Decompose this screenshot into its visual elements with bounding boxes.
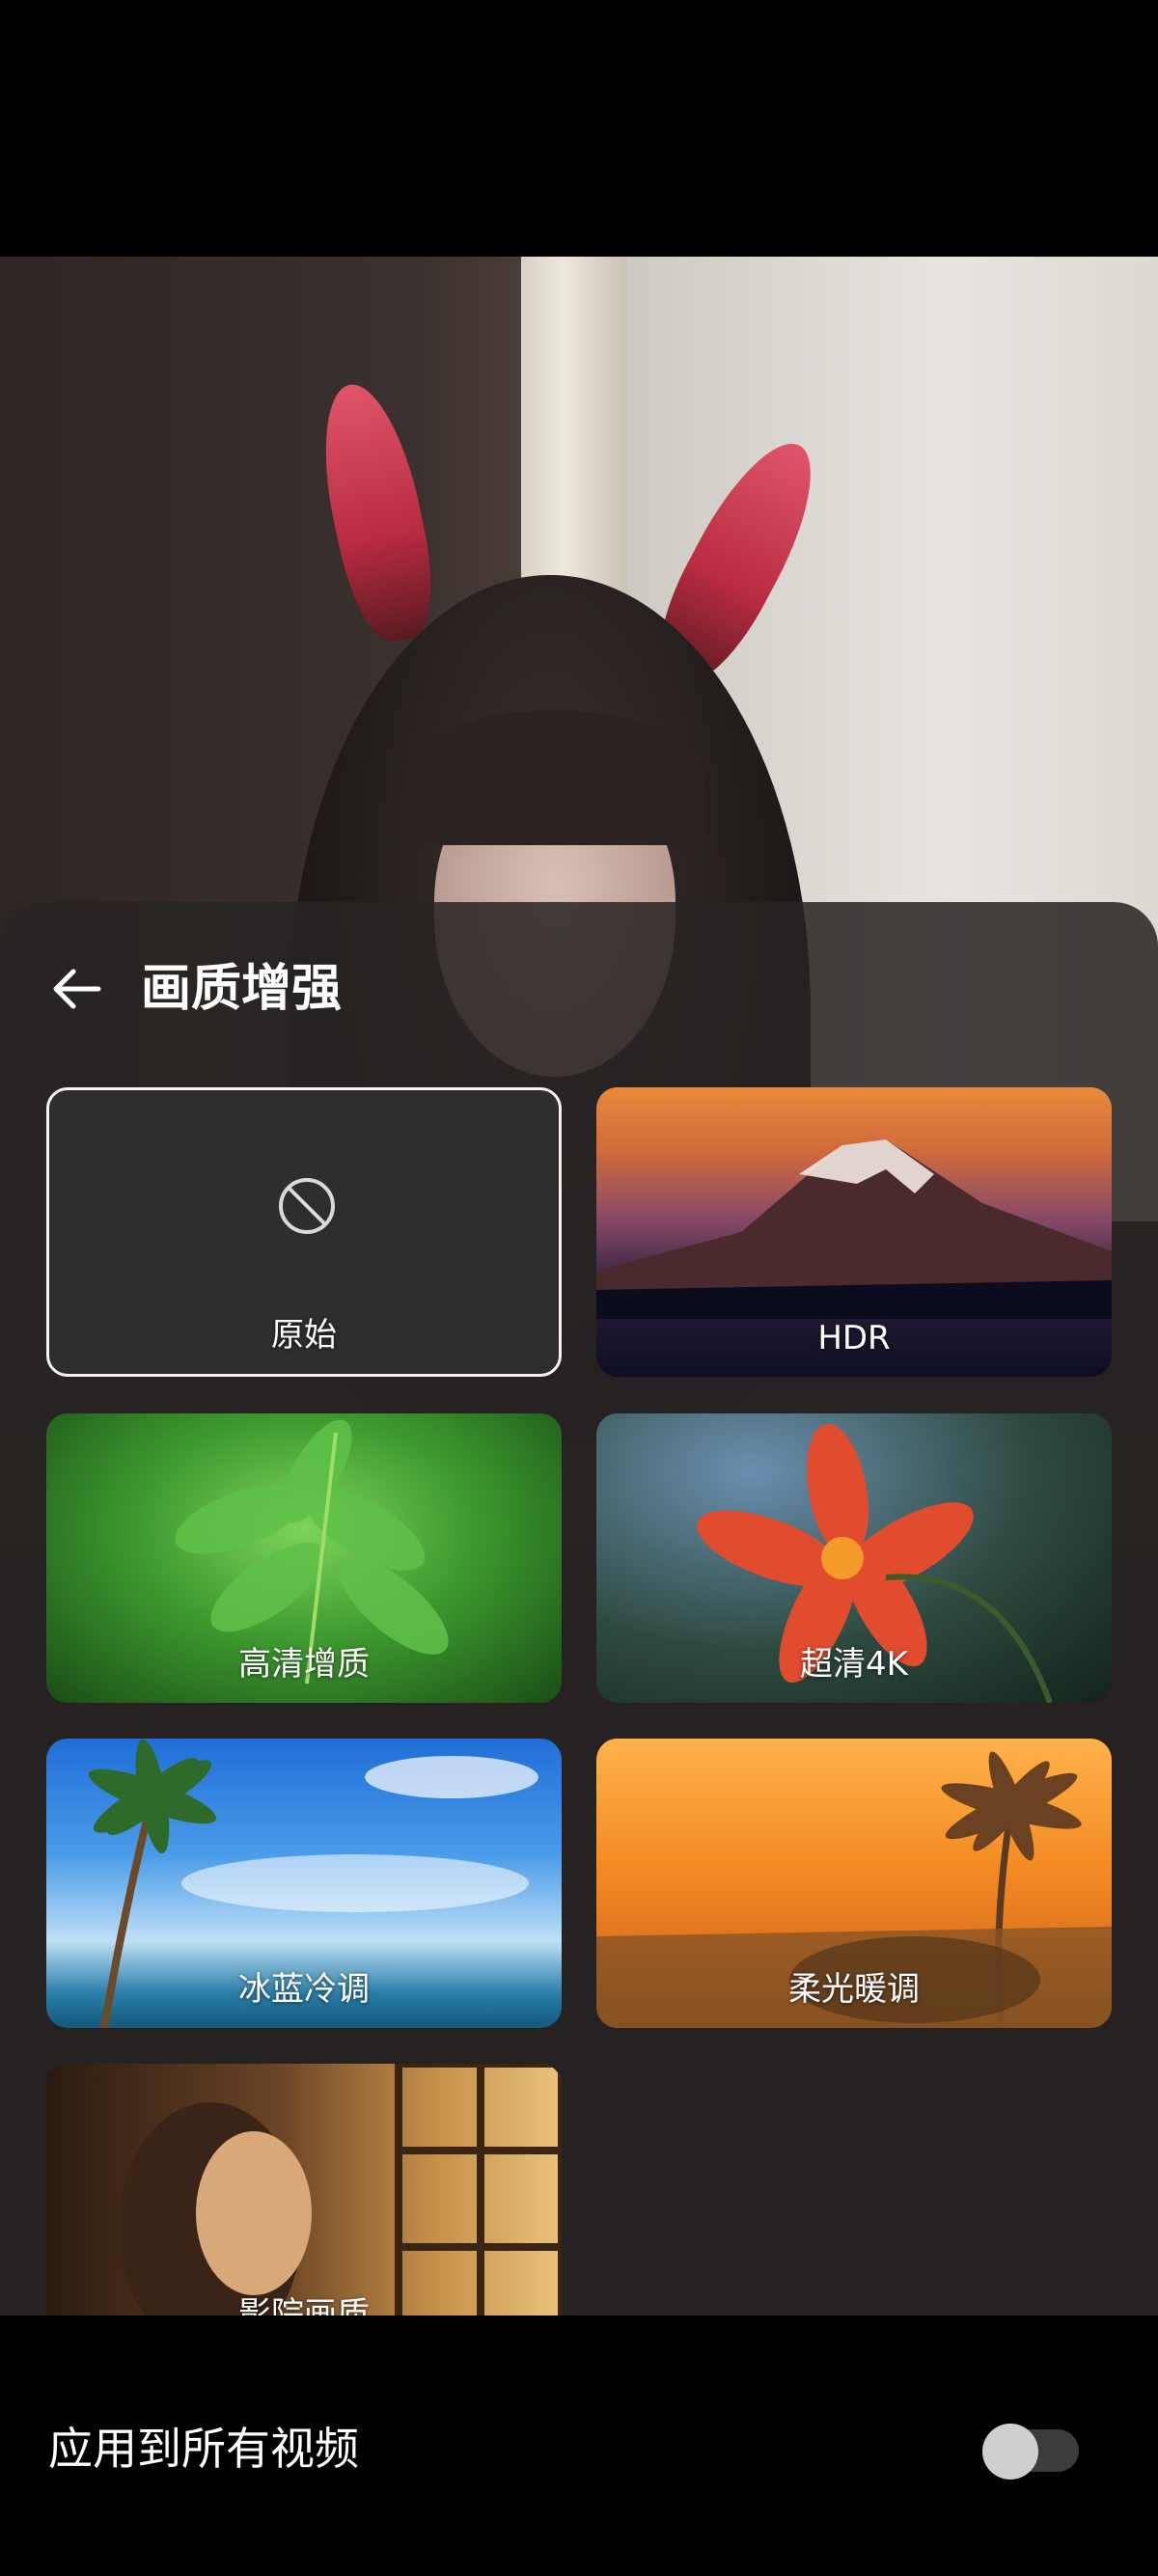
screen: 画质增强 原始 HDR 高清增质 超清4K 冰蓝冷调 柔光暖调 影院画质 应用到… [0, 0, 1158, 2576]
option-soft-warm[interactable]: 柔光暖调 [596, 1739, 1112, 2028]
option-original[interactable]: 原始 [46, 1087, 562, 1377]
prohibited-icon [279, 1178, 335, 1234]
arrow-left-icon [53, 969, 101, 1009]
option-label: 高清增质 [238, 1645, 370, 1684]
option-label: 原始 [271, 1316, 337, 1355]
option-hdr[interactable]: HDR [596, 1087, 1112, 1377]
apply-all-row: 应用到所有视频 [0, 2316, 1158, 2576]
sheet-header: 画质增强 [0, 902, 1158, 1066]
option-label: 超清4K [800, 1645, 908, 1684]
option-label: 柔光暖调 [788, 1970, 920, 2009]
back-button[interactable] [41, 952, 114, 1026]
option-ice-blue[interactable]: 冰蓝冷调 [46, 1739, 562, 2028]
mountain-thumbnail [596, 1139, 1112, 1319]
option-cinema[interactable]: 影院画质 [46, 2064, 562, 2353]
option-label: 冰蓝冷调 [238, 1970, 370, 2009]
option-ultra-4k[interactable]: 超清4K [596, 1413, 1112, 1703]
option-label: HDR [817, 1319, 891, 1357]
apply-all-toggle[interactable] [982, 2424, 1079, 2480]
person-bangs [405, 710, 704, 845]
option-hd-enhance[interactable]: 高清增质 [46, 1413, 562, 1703]
quality-enhance-sheet: 画质增强 原始 HDR 高清增质 超清4K 冰蓝冷调 柔光暖调 影院画质 [0, 902, 1158, 2353]
apply-all-label: 应用到所有视频 [48, 2423, 359, 2475]
sheet-title: 画质增强 [141, 960, 343, 1018]
toggle-knob [982, 2424, 1038, 2480]
